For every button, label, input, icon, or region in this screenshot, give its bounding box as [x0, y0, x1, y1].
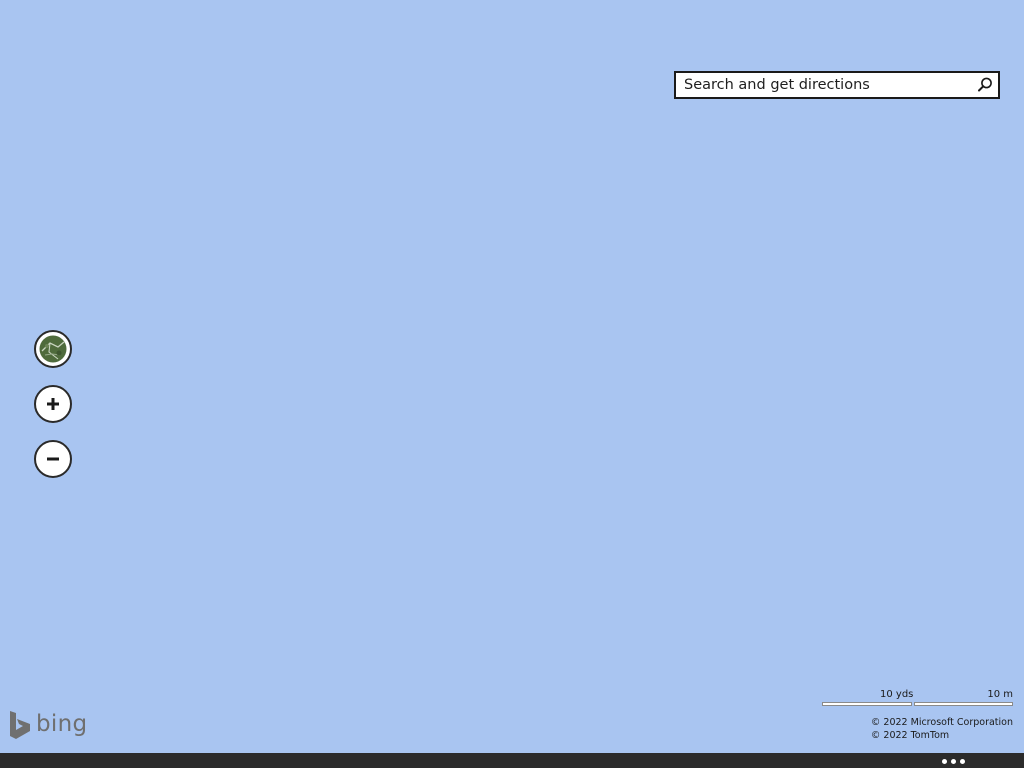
more-dot [941, 758, 947, 764]
copyright: © 2022 Microsoft Corporation © 2022 TomT… [871, 717, 1013, 742]
scale-label-imperial: 10 yds [880, 689, 914, 700]
scale-bar: 10 yds 10 m [822, 689, 1014, 709]
search-icon [978, 77, 992, 92]
bing-logo[interactable]: bing [8, 708, 87, 742]
bottom-app-bar [0, 753, 1024, 768]
scale-label-metric: 10 m [987, 689, 1013, 700]
map-style-button[interactable] [34, 330, 72, 368]
map-canvas[interactable] [0, 0, 1024, 753]
more-dot [950, 758, 956, 764]
zoom-out-button[interactable] [34, 440, 72, 478]
bing-wordmark: bing [36, 711, 88, 737]
scale-bar-imperial [822, 702, 912, 706]
copyright-microsoft: © 2022 Microsoft Corporation [870, 717, 1013, 728]
zoom-in-button[interactable] [34, 385, 72, 423]
aerial-view-icon [39, 335, 67, 363]
scale-bar-metric [914, 702, 1013, 706]
minus-icon [47, 457, 59, 461]
plus-icon [47, 398, 59, 410]
search-button[interactable] [974, 75, 996, 95]
bing-mark-icon [10, 711, 30, 739]
more-dot [959, 758, 965, 764]
copyright-tomtom: © 2022 TomTom [870, 729, 950, 741]
search-input[interactable] [676, 73, 966, 97]
search-box [674, 71, 1000, 99]
more-options-button[interactable] [938, 756, 968, 766]
